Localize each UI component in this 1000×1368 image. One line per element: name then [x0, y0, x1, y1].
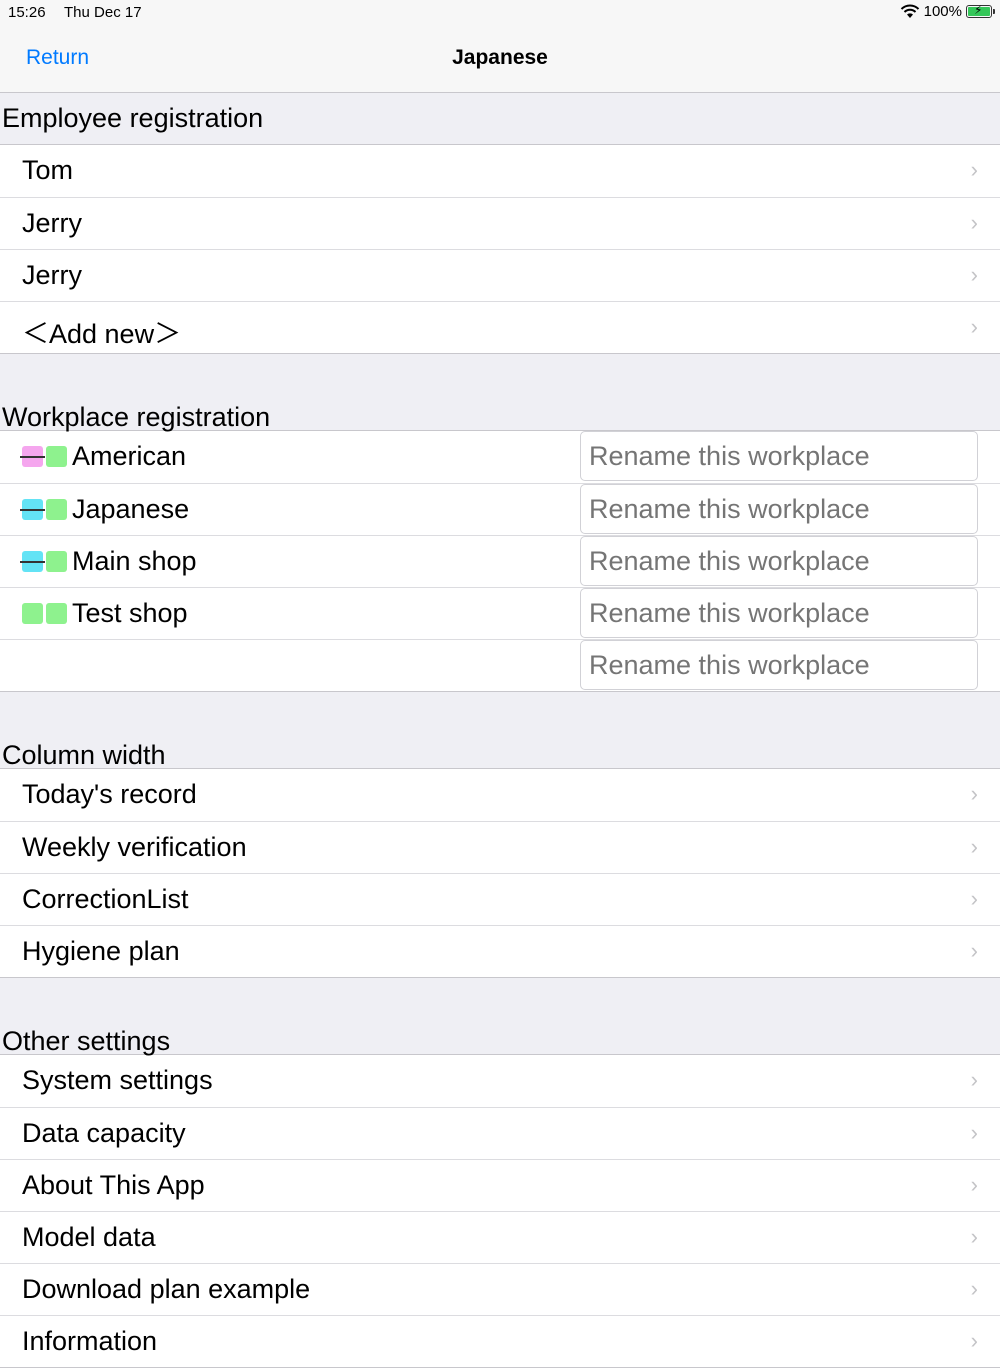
- color-swatch-primary: [22, 603, 43, 624]
- column-width-label: Today's record: [22, 779, 197, 809]
- workplace-row[interactable]: Japanese: [0, 483, 1000, 535]
- column-width-label: CorrectionList: [22, 884, 189, 914]
- color-swatch-primary: [20, 446, 45, 467]
- workplace-row[interactable]: Main shop: [0, 535, 1000, 587]
- chevron-right-icon: ›: [970, 1067, 978, 1092]
- battery-charging-icon: ⚡: [966, 3, 995, 18]
- color-swatches: [20, 551, 67, 572]
- other-setting-label: Data capacity: [22, 1118, 186, 1148]
- chevron-right-icon: ›: [970, 210, 978, 235]
- color-swatch-secondary: [46, 446, 67, 467]
- other-setting-row[interactable]: System settings ›: [0, 1055, 1000, 1107]
- color-swatches: [20, 499, 67, 520]
- employee-group: Tom › Jerry › Jerry › ＜Add new＞ ›: [0, 144, 1000, 354]
- rename-workplace-input[interactable]: [580, 588, 978, 638]
- workplace-name: Main shop: [72, 546, 197, 576]
- chevron-right-icon: ›: [970, 1224, 978, 1249]
- workplace-row[interactable]: [0, 639, 1000, 691]
- workplace-group: American Japanese Main shop Test shop: [0, 430, 1000, 692]
- column-width-row[interactable]: Weekly verification ›: [0, 821, 1000, 873]
- column-width-label: Weekly verification: [22, 832, 247, 862]
- chevron-right-icon: ›: [970, 834, 978, 859]
- page-title: Japanese: [452, 46, 548, 69]
- column-width-group: Today's record › Weekly verification › Corre…: [0, 768, 1000, 978]
- color-swatch-secondary: [46, 603, 67, 624]
- chevron-right-icon: ›: [970, 1276, 978, 1301]
- color-swatches: [22, 603, 67, 624]
- rename-workplace-input[interactable]: [580, 431, 978, 481]
- other-setting-label: System settings: [22, 1065, 213, 1095]
- employee-label: Jerry: [22, 208, 82, 238]
- workplace-name: American: [72, 441, 187, 471]
- other-setting-row[interactable]: Information ›: [0, 1315, 1000, 1367]
- workplace-name: Japanese: [72, 494, 190, 524]
- other-setting-row[interactable]: Data capacity ›: [0, 1107, 1000, 1159]
- chevron-right-icon: ›: [970, 938, 978, 963]
- workplace-name: Test shop: [72, 598, 188, 628]
- chevron-right-icon: ›: [970, 886, 978, 911]
- other-setting-row[interactable]: Download plan example ›: [0, 1263, 1000, 1315]
- column-width-row[interactable]: Today's record ›: [0, 769, 1000, 821]
- nav-bar: Return Japanese: [0, 26, 1000, 93]
- chevron-right-icon: ›: [970, 314, 978, 339]
- color-swatch-primary: [20, 551, 45, 572]
- color-swatches: [20, 446, 67, 467]
- settings-list: Employee registration Tom › Jerry › Jerry › ＜A…: [0, 93, 1000, 1368]
- chevron-right-icon: ›: [970, 1120, 978, 1145]
- column-width-label: Hygiene plan: [22, 936, 180, 966]
- chevron-right-icon: ›: [970, 1328, 978, 1353]
- section-header-employees: Employee registration: [0, 93, 1000, 144]
- chevron-right-icon: ›: [970, 1172, 978, 1197]
- chevron-right-icon: ›: [970, 781, 978, 806]
- workplace-row[interactable]: American: [0, 431, 1000, 483]
- section-header-columns: Column width: [0, 692, 1000, 770]
- column-width-row[interactable]: Hygiene plan ›: [0, 925, 1000, 977]
- status-time: 15:26: [8, 4, 46, 21]
- status-right: 100% ⚡: [900, 3, 995, 20]
- other-setting-label: Model data: [22, 1222, 156, 1252]
- color-swatch-secondary: [46, 551, 67, 572]
- employee-label: Tom: [22, 155, 74, 185]
- workplace-row[interactable]: Test shop: [0, 587, 1000, 639]
- other-setting-row[interactable]: About This App ›: [0, 1159, 1000, 1211]
- column-width-row[interactable]: CorrectionList ›: [0, 873, 1000, 925]
- other-settings-group: System settings › Data capacity › About This…: [0, 1054, 1000, 1368]
- status-date: Thu Dec 17: [64, 4, 142, 21]
- chevron-right-icon: ›: [970, 157, 978, 182]
- rename-workplace-input[interactable]: [580, 640, 978, 690]
- other-setting-row[interactable]: Model data ›: [0, 1211, 1000, 1263]
- color-swatch-primary: [20, 499, 45, 520]
- employee-row[interactable]: Jerry ›: [0, 249, 1000, 301]
- battery-percent: 100%: [923, 3, 962, 20]
- chevron-right-icon: ›: [970, 262, 978, 287]
- color-swatch-secondary: [46, 499, 67, 520]
- employee-row[interactable]: ＜Add new＞ ›: [0, 301, 1000, 353]
- rename-workplace-input[interactable]: [580, 484, 978, 534]
- employee-row[interactable]: Jerry ›: [0, 197, 1000, 249]
- employee-row[interactable]: Tom ›: [0, 145, 1000, 197]
- other-setting-label: Download plan example: [22, 1274, 311, 1304]
- section-header-other: Other settings: [0, 978, 1000, 1056]
- wifi-icon: [900, 4, 919, 18]
- employee-label: Jerry: [22, 260, 82, 290]
- employee-label: ＜Add new＞: [22, 319, 182, 349]
- status-bar: 15:26 Thu Dec 17 100% ⚡: [0, 0, 1000, 26]
- other-setting-label: About This App: [22, 1170, 205, 1200]
- section-header-workplaces: Workplace registration: [0, 354, 1000, 432]
- other-setting-label: Information: [22, 1326, 158, 1356]
- rename-workplace-input[interactable]: [580, 536, 978, 586]
